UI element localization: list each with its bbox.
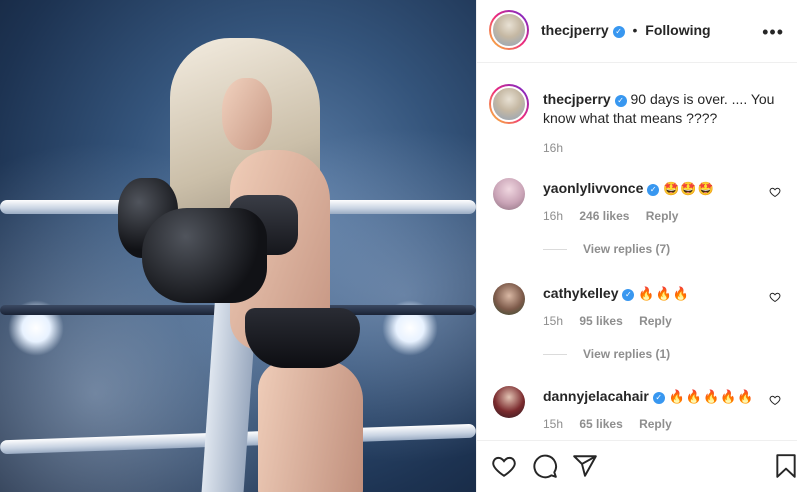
verified-badge-icon: ✓ — [647, 184, 660, 196]
verified-badge-icon: ✓ — [614, 95, 627, 107]
comment-like-heart-icon[interactable] — [769, 291, 781, 303]
more-options-icon[interactable]: ••• — [762, 22, 784, 43]
figure-bottoms — [245, 308, 360, 368]
caption-username[interactable]: thecjperry — [543, 91, 611, 107]
comment-likes[interactable]: 95 likes — [579, 314, 622, 328]
commenter-avatar[interactable] — [493, 386, 525, 418]
caption-text-block: thecjperry ✓ 90 days is over. .... You k… — [543, 90, 778, 128]
replies-divider — [543, 249, 567, 251]
comment-username[interactable]: cathykelley — [543, 285, 619, 301]
post-action-bar — [477, 440, 797, 492]
caption-avatar-image — [491, 86, 527, 122]
comment-username[interactable]: yaonlylivvonce — [543, 180, 643, 196]
following-button[interactable]: Following — [645, 22, 710, 38]
author-line: thecjperry ✓ • Following — [541, 22, 711, 38]
commenter-avatar[interactable] — [493, 178, 525, 210]
verified-badge-icon: ✓ — [652, 392, 665, 404]
comment-reply-button[interactable]: Reply — [639, 314, 672, 328]
commenter-avatar[interactable] — [493, 283, 525, 315]
comment-text: 🔥🔥🔥 — [638, 286, 690, 301]
separator-dot: • — [632, 22, 638, 38]
comment-time[interactable]: 15h — [543, 417, 563, 431]
comment-username[interactable]: dannyjelacahair — [543, 388, 649, 404]
comment-body: cathykelley ✓ 🔥🔥🔥 — [543, 285, 763, 302]
comment-meta: 16h 246 likes Reply — [543, 209, 691, 223]
comment-likes[interactable]: 246 likes — [579, 209, 629, 223]
comment-likes[interactable]: 65 likes — [579, 417, 622, 431]
view-replies-label: View replies (7) — [583, 242, 671, 256]
boxing-glove-front — [142, 208, 267, 303]
post-photo[interactable] — [0, 0, 476, 492]
view-replies-label: View replies (1) — [583, 347, 671, 361]
comment-meta: 15h 65 likes Reply — [543, 417, 685, 431]
author-username[interactable]: thecjperry — [541, 22, 609, 38]
post-side-panel: thecjperry ✓ • Following ••• thecjperry … — [476, 0, 797, 492]
comment-like-heart-icon[interactable] — [769, 394, 781, 406]
comment-body: dannyjelacahair ✓ 🔥🔥🔥🔥🔥 — [543, 388, 763, 405]
view-replies-button[interactable]: View replies (1) — [543, 347, 670, 361]
comment-reply-button[interactable]: Reply — [646, 209, 679, 223]
verified-badge-icon: ✓ — [622, 289, 635, 301]
comment-reply-button[interactable]: Reply — [639, 417, 672, 431]
share-icon[interactable] — [572, 453, 598, 479]
comment-text: 🤩🤩🤩 — [663, 181, 715, 196]
bookmark-icon[interactable] — [773, 453, 797, 479]
view-replies-button[interactable]: View replies (7) — [543, 242, 670, 256]
replies-divider — [543, 354, 567, 356]
heart-icon[interactable] — [491, 453, 517, 479]
comment-text: 🔥🔥🔥🔥🔥 — [668, 389, 755, 404]
caption-avatar[interactable] — [489, 84, 529, 124]
post-header: thecjperry ✓ • Following ••• — [477, 0, 797, 63]
comment-time[interactable]: 15h — [543, 314, 563, 328]
comment-icon[interactable] — [532, 453, 558, 479]
comment-like-heart-icon[interactable] — [769, 186, 781, 198]
comment-meta: 15h 95 likes Reply — [543, 314, 685, 328]
figure-face — [222, 78, 272, 150]
author-avatar[interactable] — [489, 10, 529, 50]
caption-timestamp[interactable]: 16h — [543, 141, 563, 155]
author-avatar-image — [491, 12, 527, 48]
verified-badge-icon: ✓ — [612, 26, 625, 38]
comment-body: yaonlylivvonce ✓ 🤩🤩🤩 — [543, 180, 763, 197]
comment-time[interactable]: 16h — [543, 209, 563, 223]
figure-legs — [258, 360, 363, 492]
